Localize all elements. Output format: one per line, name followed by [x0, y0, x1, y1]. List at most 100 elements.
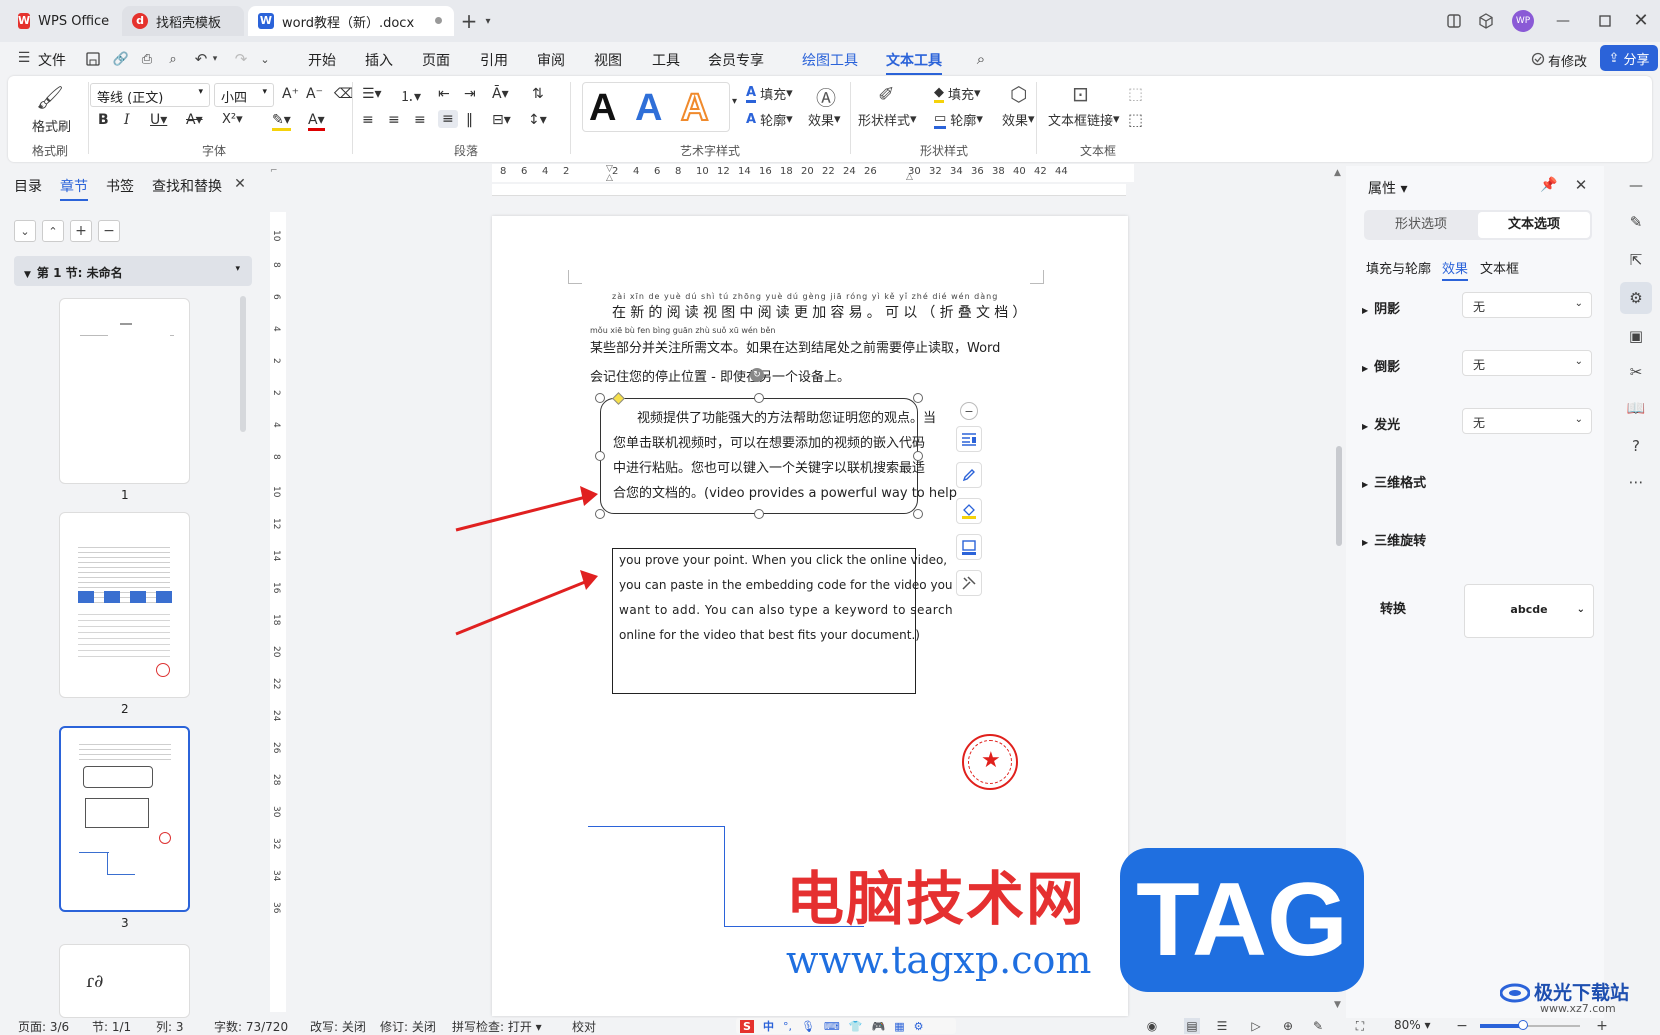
menu-view[interactable]: 视图 [594, 50, 622, 70]
clear-format-icon[interactable]: ⌫ [334, 86, 354, 102]
status-spellcheck[interactable]: 拼写检查: 打开 ▾ [452, 1018, 542, 1035]
sort-icon[interactable]: ⇅ [532, 86, 544, 102]
right-indent-marker-icon[interactable]: △ [906, 172, 916, 182]
connector-line[interactable] [588, 826, 724, 827]
properties-icon[interactable]: ⚙ [1620, 282, 1652, 314]
image-edit-icon[interactable]: ▣ [1626, 326, 1646, 346]
close-icon[interactable]: ✕ [1572, 176, 1590, 194]
menu-references[interactable]: 引用 [480, 50, 508, 70]
reflection-select[interactable]: 无 ⌄ [1462, 350, 1592, 376]
hamburger-icon[interactable]: ☰ [16, 50, 32, 66]
superscript-icon[interactable]: X²▾ [222, 112, 243, 127]
chevron-down-icon[interactable]: ▾ [480, 12, 496, 30]
page-view-icon[interactable]: ▤ [1184, 1018, 1200, 1034]
art-style-blue[interactable]: A [635, 87, 662, 130]
outline-color-icon[interactable] [956, 534, 982, 560]
decrease-indent-icon[interactable]: ⇤ [438, 86, 450, 102]
page-thumbnail-2[interactable] [59, 512, 190, 698]
tab-text-options[interactable]: 文本选项 [1478, 212, 1590, 238]
increase-indent-icon[interactable]: ⇥ [464, 86, 476, 102]
menu-member[interactable]: 会员专享 [708, 50, 764, 70]
align-center-icon[interactable]: ≡ [388, 112, 400, 128]
resize-handle[interactable] [754, 393, 764, 403]
tab-document[interactable]: W word教程（新）.docx [248, 6, 454, 36]
format-painter-button[interactable]: 格式刷 [32, 116, 71, 135]
textbox-link-button[interactable]: 文本框链接 ▾ [1048, 110, 1120, 129]
art-style-black[interactable]: A [589, 87, 616, 130]
glow-row[interactable]: ▶ 发光 [1362, 414, 1400, 433]
close-icon[interactable]: ✕ [1630, 9, 1652, 31]
page-thumbnail-1[interactable] [59, 298, 190, 484]
doc-line-1[interactable]: 在新的阅读视图中阅读更加容易。可以（折叠文档） [612, 302, 1031, 322]
search-icon[interactable]: ⌕ [972, 50, 990, 68]
text-direction-icon[interactable]: Ā▾ [492, 86, 509, 102]
fit-page-icon[interactable]: ⛶ [1352, 1018, 1368, 1034]
layout-options-icon[interactable] [956, 426, 982, 452]
bold-icon[interactable]: B [98, 112, 109, 128]
shadow-select[interactable]: 无 ⌄ [1462, 292, 1592, 318]
chevron-down-icon[interactable]: ⌄ [258, 50, 272, 68]
zoom-in-icon[interactable]: + [1594, 1018, 1610, 1034]
page-thumbnail-3[interactable] [59, 726, 190, 912]
print-icon[interactable]: ⎙ [138, 50, 156, 68]
settings-icon[interactable]: ⚙ [914, 1020, 924, 1033]
distribute-icon[interactable]: ‖ [466, 112, 473, 128]
menu-review[interactable]: 审阅 [537, 50, 565, 70]
shape-style-icon[interactable]: ✐ [878, 82, 895, 106]
menu-text-tools[interactable]: 文本工具 [886, 50, 942, 75]
shape-outline-button[interactable]: ▭ 轮廓 ▾ [934, 110, 983, 129]
modified-status[interactable]: 有修改 [1548, 51, 1587, 70]
new-tab-icon[interactable]: + [458, 9, 480, 33]
connector-line[interactable] [724, 826, 725, 926]
help-icon[interactable]: ? [1626, 436, 1646, 456]
fill-color-icon[interactable] [956, 498, 982, 524]
shadow-row[interactable]: ▶ 阴影 [1362, 298, 1400, 317]
pen-edit-icon[interactable] [956, 462, 982, 488]
nav-tab-find-replace[interactable]: 查找和替换 [152, 176, 222, 196]
font-name-select[interactable]: 等线 (正文) ▾ [90, 83, 210, 107]
web-view-icon[interactable]: ⊕ [1280, 1018, 1296, 1034]
line-spacing-icon[interactable]: ↕▾ [528, 112, 547, 128]
play-icon[interactable]: ▷ [1248, 1018, 1264, 1034]
book-icon[interactable]: 📖 [1626, 398, 1646, 418]
page-thumbnail-4[interactable]: ɾ∂ [59, 944, 190, 1018]
resize-handle[interactable] [595, 393, 605, 403]
italic-icon[interactable]: I [124, 112, 130, 128]
remove-section-icon[interactable]: − [98, 220, 120, 242]
bullet-list-icon[interactable]: ☰▾ [362, 86, 382, 102]
format-painter-icon[interactable]: 🖌 [36, 84, 64, 112]
justify-icon[interactable]: ≡ [438, 110, 458, 128]
horizontal-ruler[interactable]: 8 6 4 2 2 4 6 8 10 12 14 16 18 20 22 24 26 30 32 34 36 38 40 42… [492, 164, 1134, 183]
nav-tab-sections[interactable]: 章节 [60, 176, 88, 201]
shape-style-button[interactable]: 形状样式 ▾ [858, 110, 917, 129]
nav-scrollbar[interactable] [240, 296, 246, 432]
text-effect-button[interactable]: 效果 ▾ [808, 110, 841, 129]
vertical-ruler[interactable]: 10 8 6 4 2 2 4 8 10 12 14 16 18 20 22 24 26 28 30 32 34 36 [270, 212, 286, 1012]
undo-icon[interactable]: ↶ [192, 50, 210, 68]
textbox-select-icon[interactable]: ⬚ [1128, 84, 1143, 103]
status-words[interactable]: 字数: 73/720 [214, 1018, 288, 1035]
status-proofread[interactable]: 校对 [572, 1018, 596, 1035]
status-overwrite[interactable]: 改写: 关闭 [310, 1018, 366, 1035]
punctuation-icon[interactable]: °, [783, 1020, 792, 1033]
ime-toolbar[interactable]: S 中 °, 🎙 ⌨ 👕 🎮 ▦ ⚙ [736, 1018, 956, 1034]
microphone-icon[interactable]: 🎙 [801, 1020, 815, 1033]
align-right-icon[interactable]: ≡ [414, 112, 426, 128]
numbered-list-icon[interactable]: ⒈▾ [400, 86, 421, 106]
subtab-fill-outline[interactable]: 填充与轮廓 [1366, 258, 1431, 277]
tab-templates[interactable]: d 找稻壳模板 [122, 6, 244, 36]
menu-home[interactable]: 开始 [308, 50, 336, 70]
pointer-icon[interactable]: ⇱ [1626, 250, 1646, 270]
zoom-slider[interactable] [1480, 1020, 1580, 1030]
zoom-level[interactable]: 80% ▾ [1394, 1018, 1431, 1032]
print-preview-icon[interactable]: ⌕ [164, 50, 182, 68]
tab-shape-options[interactable]: 形状选项 [1364, 210, 1478, 240]
menu-tools[interactable]: 工具 [652, 50, 680, 70]
expand-down-icon[interactable]: ⌄ [14, 220, 36, 242]
art-text-gallery[interactable]: A A A [582, 82, 730, 132]
layout-icon[interactable] [1444, 11, 1464, 31]
pin-icon[interactable]: 📌 [1540, 176, 1558, 194]
scroll-thumb[interactable] [1336, 446, 1342, 546]
save-icon[interactable] [84, 50, 102, 68]
redo-icon[interactable]: ↷ [232, 50, 250, 68]
